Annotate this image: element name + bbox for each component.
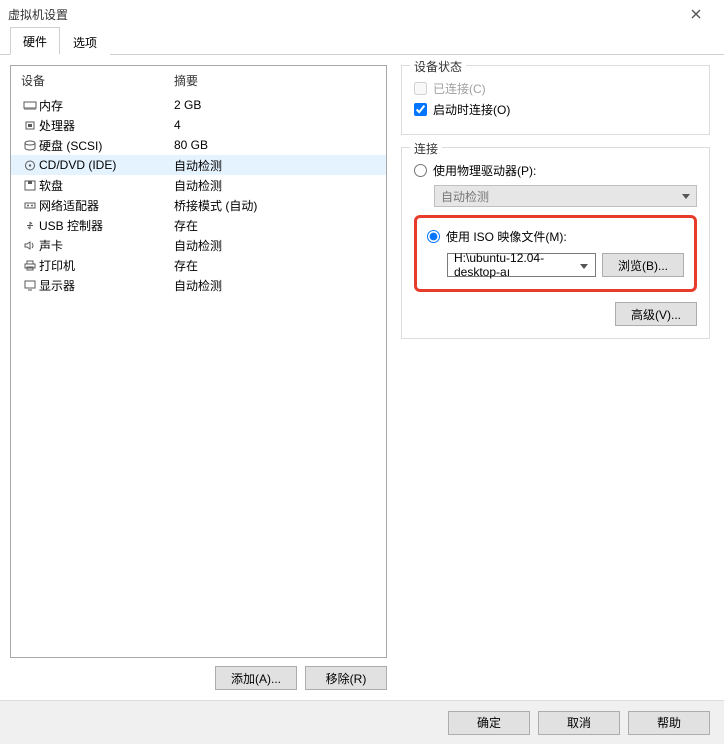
remove-button[interactable]: 移除(R): [305, 666, 387, 690]
header-device: 设备: [21, 72, 174, 89]
connection-legend: 连接: [410, 140, 442, 157]
device-name: 打印机: [39, 257, 174, 274]
device-row[interactable]: 处理器4: [11, 115, 386, 135]
connected-checkbox: [414, 82, 427, 95]
device-summary: 存在: [174, 257, 378, 274]
titlebar: 虚拟机设置: [0, 0, 724, 28]
device-row[interactable]: CD/DVD (IDE)自动检测: [11, 155, 386, 175]
device-name: 处理器: [39, 117, 174, 134]
device-status-group: 设备状态 已连接(C) 启动时连接(O): [401, 65, 710, 135]
display-icon: [21, 280, 39, 291]
sound-icon: [21, 240, 39, 251]
device-name: 软盘: [39, 177, 174, 194]
device-summary: 自动检测: [174, 237, 378, 254]
physical-drive-select: 自动检测: [434, 185, 697, 207]
disk-icon: [21, 140, 39, 151]
connected-label: 已连接(C): [433, 80, 486, 97]
use-iso-radio[interactable]: [427, 230, 440, 243]
close-icon: [691, 9, 701, 19]
iso-path-value: H:\ubuntu-12.04-desktop-aı: [454, 251, 577, 279]
device-row[interactable]: 硬盘 (SCSI)80 GB: [11, 135, 386, 155]
device-row[interactable]: USB 控制器存在: [11, 215, 386, 235]
help-button[interactable]: 帮助: [628, 711, 710, 735]
window-title: 虚拟机设置: [8, 6, 676, 23]
device-summary: 存在: [174, 217, 378, 234]
connect-at-poweron-checkbox[interactable]: [414, 103, 427, 116]
device-name: USB 控制器: [39, 217, 174, 234]
device-row[interactable]: 内存2 GB: [11, 95, 386, 115]
device-summary: 自动检测: [174, 277, 378, 294]
printer-icon: [21, 260, 39, 271]
device-row[interactable]: 网络适配器桥接模式 (自动): [11, 195, 386, 215]
device-summary: 4: [174, 118, 378, 132]
device-name: 硬盘 (SCSI): [39, 137, 174, 154]
device-summary: 桥接模式 (自动): [174, 197, 378, 214]
use-iso-label: 使用 ISO 映像文件(M):: [446, 228, 567, 245]
connect-at-poweron-label: 启动时连接(O): [433, 101, 510, 118]
tabstrip: 硬件 选项: [0, 28, 724, 55]
net-icon: [21, 200, 39, 211]
device-list-header: 设备 摘要: [11, 66, 386, 95]
tab-hardware[interactable]: 硬件: [10, 27, 60, 55]
memory-icon: [21, 100, 39, 111]
device-list: 设备 摘要 内存2 GB处理器4硬盘 (SCSI)80 GBCD/DVD (ID…: [10, 65, 387, 658]
device-name: 显示器: [39, 277, 174, 294]
device-summary: 自动检测: [174, 157, 378, 174]
browse-button[interactable]: 浏览(B)...: [602, 253, 684, 277]
device-name: 网络适配器: [39, 197, 174, 214]
device-name: CD/DVD (IDE): [39, 158, 174, 172]
physical-drive-value: 自动检测: [441, 188, 489, 205]
add-button[interactable]: 添加(A)...: [215, 666, 297, 690]
device-row[interactable]: 打印机存在: [11, 255, 386, 275]
connection-group: 连接 使用物理驱动器(P): 自动检测 使用 ISO 映像文件(M):: [401, 147, 710, 339]
device-name: 内存: [39, 97, 174, 114]
header-summary: 摘要: [174, 72, 378, 89]
tab-options[interactable]: 选项: [60, 28, 110, 55]
device-row[interactable]: 显示器自动检测: [11, 275, 386, 295]
iso-path-select[interactable]: H:\ubuntu-12.04-desktop-aı: [447, 253, 596, 277]
device-name: 声卡: [39, 237, 174, 254]
device-status-legend: 设备状态: [410, 58, 466, 75]
chevron-down-icon: [682, 194, 690, 199]
device-summary: 2 GB: [174, 98, 378, 112]
usb-icon: [21, 220, 39, 231]
ok-button[interactable]: 确定: [448, 711, 530, 735]
device-row[interactable]: 声卡自动检测: [11, 235, 386, 255]
iso-highlight-area: 使用 ISO 映像文件(M): H:\ubuntu-12.04-desktop-…: [414, 215, 697, 292]
advanced-button[interactable]: 高级(V)...: [615, 302, 697, 326]
floppy-icon: [21, 180, 39, 191]
close-button[interactable]: [676, 0, 716, 28]
use-physical-radio[interactable]: [414, 164, 427, 177]
cd-icon: [21, 160, 39, 171]
chevron-down-icon: [577, 258, 591, 272]
dialog-footer: 确定 取消 帮助: [0, 700, 724, 744]
device-summary: 80 GB: [174, 138, 378, 152]
device-summary: 自动检测: [174, 177, 378, 194]
cpu-icon: [21, 120, 39, 131]
cancel-button[interactable]: 取消: [538, 711, 620, 735]
device-row[interactable]: 软盘自动检测: [11, 175, 386, 195]
use-physical-label: 使用物理驱动器(P):: [433, 162, 536, 179]
